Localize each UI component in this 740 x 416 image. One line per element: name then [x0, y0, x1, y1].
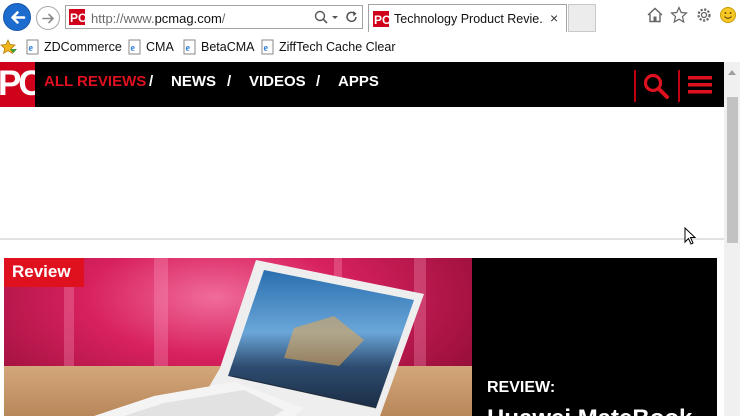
address-bar[interactable]: PC http://www.pcmag.com/: [65, 5, 363, 29]
hero-feature-card[interactable]: Review REVIEW: Huawei MateBook: [4, 258, 717, 416]
badge-label: Review: [12, 262, 71, 281]
back-button[interactable]: [3, 3, 31, 31]
nav-separator: /: [227, 73, 232, 90]
review-badge: Review: [4, 258, 84, 287]
ad-placeholder: [0, 107, 724, 238]
vertical-scrollbar[interactable]: [724, 62, 740, 416]
nav-item-videos[interactable]: VIDEOS: [249, 73, 306, 90]
svg-text:PC: PC: [70, 11, 85, 25]
svg-text:e: e: [131, 43, 136, 54]
nav-separator: /: [316, 73, 321, 90]
nav-item-all-reviews[interactable]: ALL REVIEWS: [44, 73, 146, 90]
favorite-label: BetaCMA: [201, 40, 255, 54]
svg-text:PC: PC: [374, 13, 389, 27]
nav-separator: /: [149, 73, 154, 90]
svg-text:e: e: [29, 43, 34, 54]
tab-title: Technology Product Revie...: [394, 12, 544, 26]
gear-icon[interactable]: [695, 6, 713, 24]
browser-chrome: PC http://www.pcmag.com/ PC Technology P…: [0, 0, 740, 62]
site-nav-bar: PC ALL REVIEWS / NEWS / VIDEOS / APPS: [0, 62, 724, 107]
hamburger-menu-icon[interactable]: [688, 74, 714, 96]
scrollbar-thumb[interactable]: [727, 97, 738, 243]
address-url[interactable]: http://www.pcmag.com/: [91, 11, 225, 26]
svg-text:e: e: [264, 43, 269, 54]
new-tab-button[interactable]: [568, 4, 596, 32]
ie-page-icon: e: [128, 39, 141, 55]
favorite-label: CMA: [146, 40, 174, 54]
dropdown-arrow-icon[interactable]: [330, 9, 340, 25]
nav-divider: [634, 70, 636, 102]
favorites-star-icon[interactable]: [0, 39, 18, 55]
browser-tab-active[interactable]: PC Technology Product Revie... ×: [368, 4, 567, 32]
home-icon[interactable]: [646, 6, 664, 24]
tab-close-button[interactable]: ×: [550, 11, 558, 25]
search-icon[interactable]: [313, 9, 329, 25]
section-divider: [0, 238, 724, 240]
forward-button[interactable]: [36, 6, 60, 30]
back-arrow-icon: [11, 11, 26, 24]
favorite-label: ZDCommerce: [44, 40, 122, 54]
hero-title[interactable]: Huawei MateBook: [487, 405, 692, 416]
refresh-icon[interactable]: [344, 9, 360, 25]
nav-item-news[interactable]: NEWS: [171, 73, 216, 90]
favorites-bar: e ZDCommerce e CMA e BetaCMA e ZiffTech …: [0, 36, 740, 58]
star-icon[interactable]: [670, 6, 688, 24]
smiley-icon[interactable]: [719, 6, 737, 24]
ie-page-icon: e: [26, 39, 39, 55]
scroll-up-arrow-icon[interactable]: [727, 67, 737, 77]
logo-text: PC: [0, 64, 35, 103]
nav-divider: [678, 70, 680, 102]
pcmag-favicon-icon: PC: [373, 11, 389, 27]
forward-arrow-icon: [42, 13, 54, 24]
nav-item-apps[interactable]: APPS: [338, 73, 379, 90]
hero-kicker: REVIEW:: [487, 379, 556, 396]
favorite-label: ZiffTech Cache Clear: [279, 40, 396, 54]
svg-text:e: e: [186, 43, 191, 54]
search-icon[interactable]: [642, 72, 670, 100]
ie-page-icon: e: [183, 39, 196, 55]
mouse-cursor-icon: [684, 227, 697, 245]
pcmag-favicon-icon: PC: [69, 9, 85, 25]
pcmag-logo[interactable]: PC: [0, 62, 35, 107]
ie-page-icon: e: [261, 39, 274, 55]
